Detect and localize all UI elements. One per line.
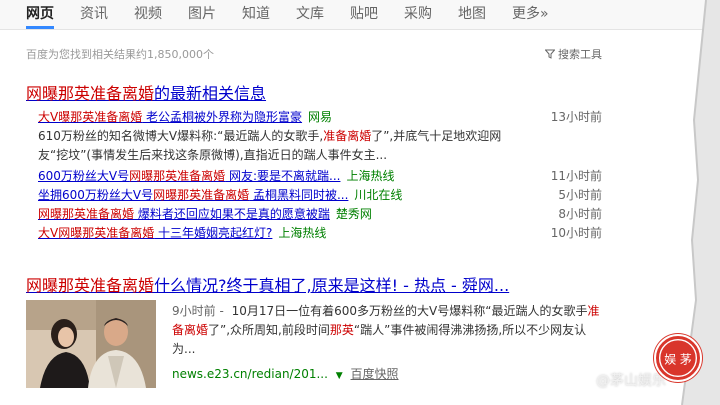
- news-item-link[interactable]: 大V网曝那英准备离婚 十三年婚姻亮起红灯?: [38, 226, 272, 240]
- result-count: 百度为您找到相关结果约1,850,000个: [26, 48, 214, 61]
- result-url[interactable]: news.e23.cn/redian/201...: [172, 367, 328, 381]
- news-item-source: 楚秀网: [335, 207, 372, 221]
- result-title-rest: 什么情况?终于真相了,原来是这样! - 热点 - 舜网...: [154, 276, 510, 295]
- abstract-text-2: 了”,众所周知,前段时间: [208, 323, 330, 337]
- news-item-text: 爆料者还回应如果不是真的愿意被踹: [134, 207, 330, 221]
- tab-6[interactable]: 贴吧: [350, 3, 378, 29]
- result-stats-row: 百度为您找到相关结果约1,850,000个 搜索工具: [26, 46, 602, 62]
- news-item-time: 11小时前: [550, 169, 602, 183]
- news-item-source: 上海热线: [346, 169, 395, 183]
- news-list: 大V曝那英准备离婚 老公孟桐被外界称为隐形富豪 网易 13小时前 610万粉丝的知名微…: [38, 108, 602, 243]
- seal-text: 娱 茅: [664, 353, 692, 367]
- abstract-highlight-2: 那英: [329, 323, 354, 337]
- news-item-source: 网易: [308, 110, 333, 124]
- news-item-time: 10小时前: [550, 226, 602, 240]
- news-item-text: 老公孟桐被外界称为隐形富豪: [142, 110, 303, 124]
- news-title-highlight: 网曝那英准备离婚: [26, 84, 155, 103]
- seal-icon: 娱 茅: [658, 338, 698, 378]
- tab-5[interactable]: 文库: [296, 3, 324, 29]
- news-item-time: 5小时前: [558, 188, 602, 202]
- news-item-text: 孟桐黑料同时被...: [249, 188, 349, 202]
- news-cluster-title[interactable]: 网曝那英准备离婚的最新相关信息: [26, 80, 266, 104]
- tab-9[interactable]: 更多»: [512, 3, 549, 29]
- tab-4[interactable]: 知道: [242, 3, 270, 29]
- news-title-rest: 的最新相关信息: [154, 84, 267, 103]
- funnel-icon: [545, 49, 555, 59]
- news-item-text: 网曝那英准备离婚: [153, 188, 250, 202]
- news-item-text: 网友:要是不离就踹...: [225, 169, 341, 183]
- abstract-text-1: 10月17日一位有着600多万粉丝的大V号爆料称“最近踹人的女歌手: [227, 304, 588, 318]
- news-item-link[interactable]: 坐拥600万粉丝大V号网曝那英准备离婚 孟桐黑料同时被...: [38, 188, 348, 202]
- search-tools-button[interactable]: 搜索工具: [545, 46, 602, 62]
- news-item: 大V网曝那英准备离婚 十三年婚姻亮起红灯? 上海热线 10小时前: [38, 224, 602, 243]
- news-item-time: 8小时前: [558, 207, 602, 221]
- snippet-text: 610万粉丝的知名微博大V爆料称:“最近踹人的女歌手,: [38, 129, 324, 143]
- news-item-time: 13小时前: [550, 110, 602, 124]
- tab-7[interactable]: 采购: [404, 3, 432, 29]
- tab-3[interactable]: 图片: [188, 3, 216, 29]
- result-date: 9小时前 -: [172, 304, 224, 318]
- thumbnail-photo: [26, 300, 156, 388]
- url-dropdown-icon[interactable]: ▼: [336, 371, 343, 381]
- news-item-headline: 网曝那英准备离婚 爆料者还回应如果不是真的愿意被踹 楚秀网: [38, 205, 372, 222]
- news-item-source: 川北在线: [354, 188, 403, 202]
- news-item: 网曝那英准备离婚 爆料者还回应如果不是真的愿意被踹 楚秀网 8小时前: [38, 205, 602, 224]
- news-item-text: 坐拥600万粉丝大V号: [38, 188, 154, 202]
- news-item: 坐拥600万粉丝大V号网曝那英准备离婚 孟桐黑料同时被... 川北在线 5小时前: [38, 186, 602, 205]
- result-url-row: news.e23.cn/redian/201... ▼ 百度快照: [172, 365, 602, 386]
- news-item-text: 网曝那英准备离婚: [38, 207, 135, 221]
- result-abstract: 9小时前 - 10月17日一位有着600多万粉丝的大V号爆料称“最近踹人的女歌手…: [172, 302, 602, 386]
- news-item-headline: 大V网曝那英准备离婚 十三年婚姻亮起红灯? 上海热线: [38, 224, 326, 241]
- news-item-text: 网曝那英准备离婚: [129, 169, 226, 183]
- tab-2[interactable]: 视频: [134, 3, 162, 29]
- result-title-highlight: 网曝那英准备离婚: [26, 276, 155, 295]
- tab-8[interactable]: 地图: [458, 3, 486, 29]
- tab-0[interactable]: 网页: [26, 3, 54, 29]
- news-item-text: 大V网曝那英准备离婚: [38, 226, 155, 240]
- news-item-link[interactable]: 600万粉丝大V号网曝那英准备离婚 网友:要是不离就踹...: [38, 169, 340, 183]
- news-item-headline: 600万粉丝大V号网曝那英准备离婚 网友:要是不离就踹... 上海热线: [38, 167, 394, 184]
- snapshot-link[interactable]: 百度快照: [351, 367, 399, 381]
- news-item-text: 十三年婚姻亮起红灯?: [154, 226, 273, 240]
- news-item-source: 上海热线: [278, 226, 327, 240]
- result-thumbnail[interactable]: [26, 300, 156, 388]
- news-item: 大V曝那英准备离婚 老公孟桐被外界称为隐形富豪 网易 13小时前: [38, 108, 602, 127]
- news-item-snippet: 610万粉丝的知名微博大V爆料称:“最近踹人的女歌手,准备离婚了”,并底气十足地…: [38, 127, 508, 165]
- news-item-headline: 大V曝那英准备离婚 老公孟桐被外界称为隐形富豪 网易: [38, 108, 332, 125]
- snippet-text: 准备离婚: [323, 129, 372, 143]
- tab-1[interactable]: 资讯: [80, 3, 108, 29]
- watermark-seal: 娱 茅: [654, 334, 702, 382]
- news-item: 600万粉丝大V号网曝那英准备离婚 网友:要是不离就踹... 上海热线 11小时前: [38, 167, 602, 186]
- news-item-text: 大V曝那英准备离婚: [38, 110, 143, 124]
- news-item-link[interactable]: 网曝那英准备离婚 爆料者还回应如果不是真的愿意被踹: [38, 207, 330, 221]
- search-tools-label: 搜索工具: [558, 48, 602, 61]
- news-item-link[interactable]: 大V曝那英准备离婚 老公孟桐被外界称为隐形富豪: [38, 110, 302, 124]
- news-item-headline: 坐拥600万粉丝大V号网曝那英准备离婚 孟桐黑料同时被... 川北在线: [38, 186, 402, 203]
- news-item-text: 600万粉丝大V号: [38, 169, 130, 183]
- result-title[interactable]: 网曝那英准备离婚什么情况?终于真相了,原来是这样! - 热点 - 舜网...: [26, 272, 509, 296]
